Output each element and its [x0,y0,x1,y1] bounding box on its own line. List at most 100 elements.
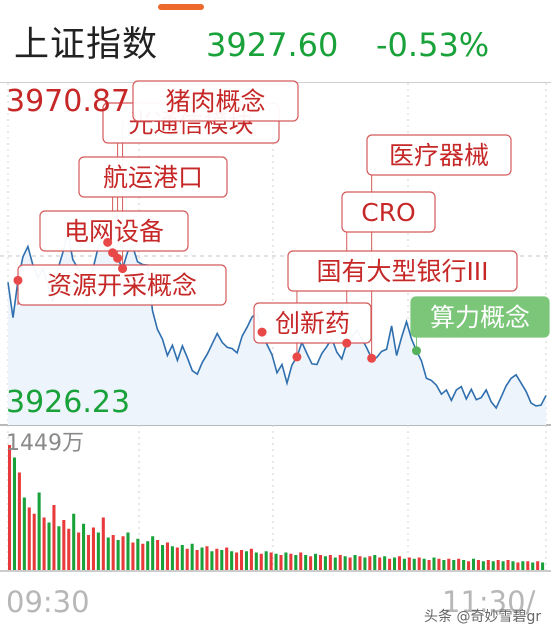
volume-bars [8,445,545,570]
volume-bar [541,562,545,570]
volume-bar [363,557,367,570]
volume-bar [284,552,288,570]
volume-bar [521,561,525,570]
volume-bar [264,551,268,570]
event-tag-6[interactable]: 国有大型银行III [287,250,518,292]
volume-bar [17,472,21,570]
volume-bar [72,513,76,570]
event-tag-5[interactable]: 创新药 [253,302,372,344]
volume-bar [12,457,16,570]
volume-bar [323,556,327,570]
volume-max-label: 1449万 [6,431,84,456]
volume-bar [338,555,342,570]
volume-bar [136,538,140,570]
event-tag-8[interactable]: 医疗器械 [366,134,512,176]
volume-bar [244,551,248,570]
volume-bar [496,560,500,570]
volume-bar [47,522,51,570]
volume-bar [42,517,46,570]
y-axis-high-label: 3970.87 [6,84,131,119]
volume-bar [383,556,387,570]
event-tag-label: CRO [361,198,416,227]
volume-bar [165,542,169,570]
volume-bar [476,560,480,570]
volume-bar [57,526,61,570]
volume-bar [205,546,209,570]
volume-bar [481,561,485,570]
event-tag-1[interactable]: 电网设备 [39,210,189,252]
volume-bar [210,551,214,570]
volume-bar [200,547,204,570]
volume-bar [318,555,323,570]
volume-bar [170,546,174,570]
volume-bar [536,561,540,570]
volume-bar [52,505,56,570]
event-tag-7[interactable]: CRO [341,191,436,233]
volume-bar [442,560,446,570]
volume-bar [27,507,31,570]
event-marker-dot [292,352,302,362]
volume-bar [146,541,150,570]
volume-bar [309,556,313,570]
volume-bar [279,555,283,570]
event-tag-label: 国有大型银行III [316,257,488,286]
volume-bar [37,492,41,570]
volume-bar [373,555,377,570]
y-axis-low-label: 3926.23 [6,385,131,420]
volume-bar [215,548,219,570]
volume-bar [486,560,490,570]
x-axis-start-label: 09:30 [6,585,90,619]
event-tag-4[interactable]: 猪肉概念 [132,80,299,122]
volume-bar [314,553,318,570]
event-tag-2[interactable]: 航运港口 [78,156,228,198]
volume-bar [62,520,66,570]
volume-bar [491,561,495,570]
event-marker-dot [13,275,23,285]
volume-bar [348,557,352,570]
volume-bar [274,553,278,570]
volume-bar [151,536,155,570]
event-tag-label: 猪肉概念 [165,87,265,116]
volume-bar [22,497,26,570]
volume-bar [195,550,199,570]
event-marker-dot [411,346,421,356]
volume-bar [190,543,194,570]
volume-bar [82,523,86,570]
volume-bar [175,547,179,570]
volume-bar [32,513,36,570]
watermark: 头条 @奇妙雪碧gr [424,609,542,625]
volume-bar [427,560,431,570]
volume-bar [235,552,239,570]
volume-bar [526,561,530,570]
volume-bar [121,536,125,570]
volume-bar [333,557,337,570]
volume-bar [462,560,466,570]
volume-bar [412,558,416,570]
volume-bar [96,532,100,570]
volume-bar [353,555,357,570]
volume-bar [343,556,347,570]
volume-bar [407,557,411,570]
event-tag-label: 医疗器械 [389,141,489,170]
volume-bar [111,535,115,570]
volume-bar [304,555,308,570]
volume-bar [225,547,229,570]
volume-bar [437,558,441,570]
volume-bar [131,542,135,570]
volume-bar [67,528,71,570]
volume-bar [516,562,520,570]
volume-bar [392,557,397,570]
volume-bar [417,557,421,570]
volume-bar [294,555,298,570]
volume-bar [116,540,120,570]
volume-bar [101,517,105,570]
volume-bar [452,560,456,570]
event-tag-9[interactable]: 算力概念 [410,296,550,338]
volume-bar [328,555,332,570]
volume-bar [161,545,165,570]
volume-bar [467,561,471,570]
volume-bar [220,550,224,570]
volume-bar [457,558,461,570]
volume-bar [422,558,426,570]
volume-bar [86,535,91,570]
